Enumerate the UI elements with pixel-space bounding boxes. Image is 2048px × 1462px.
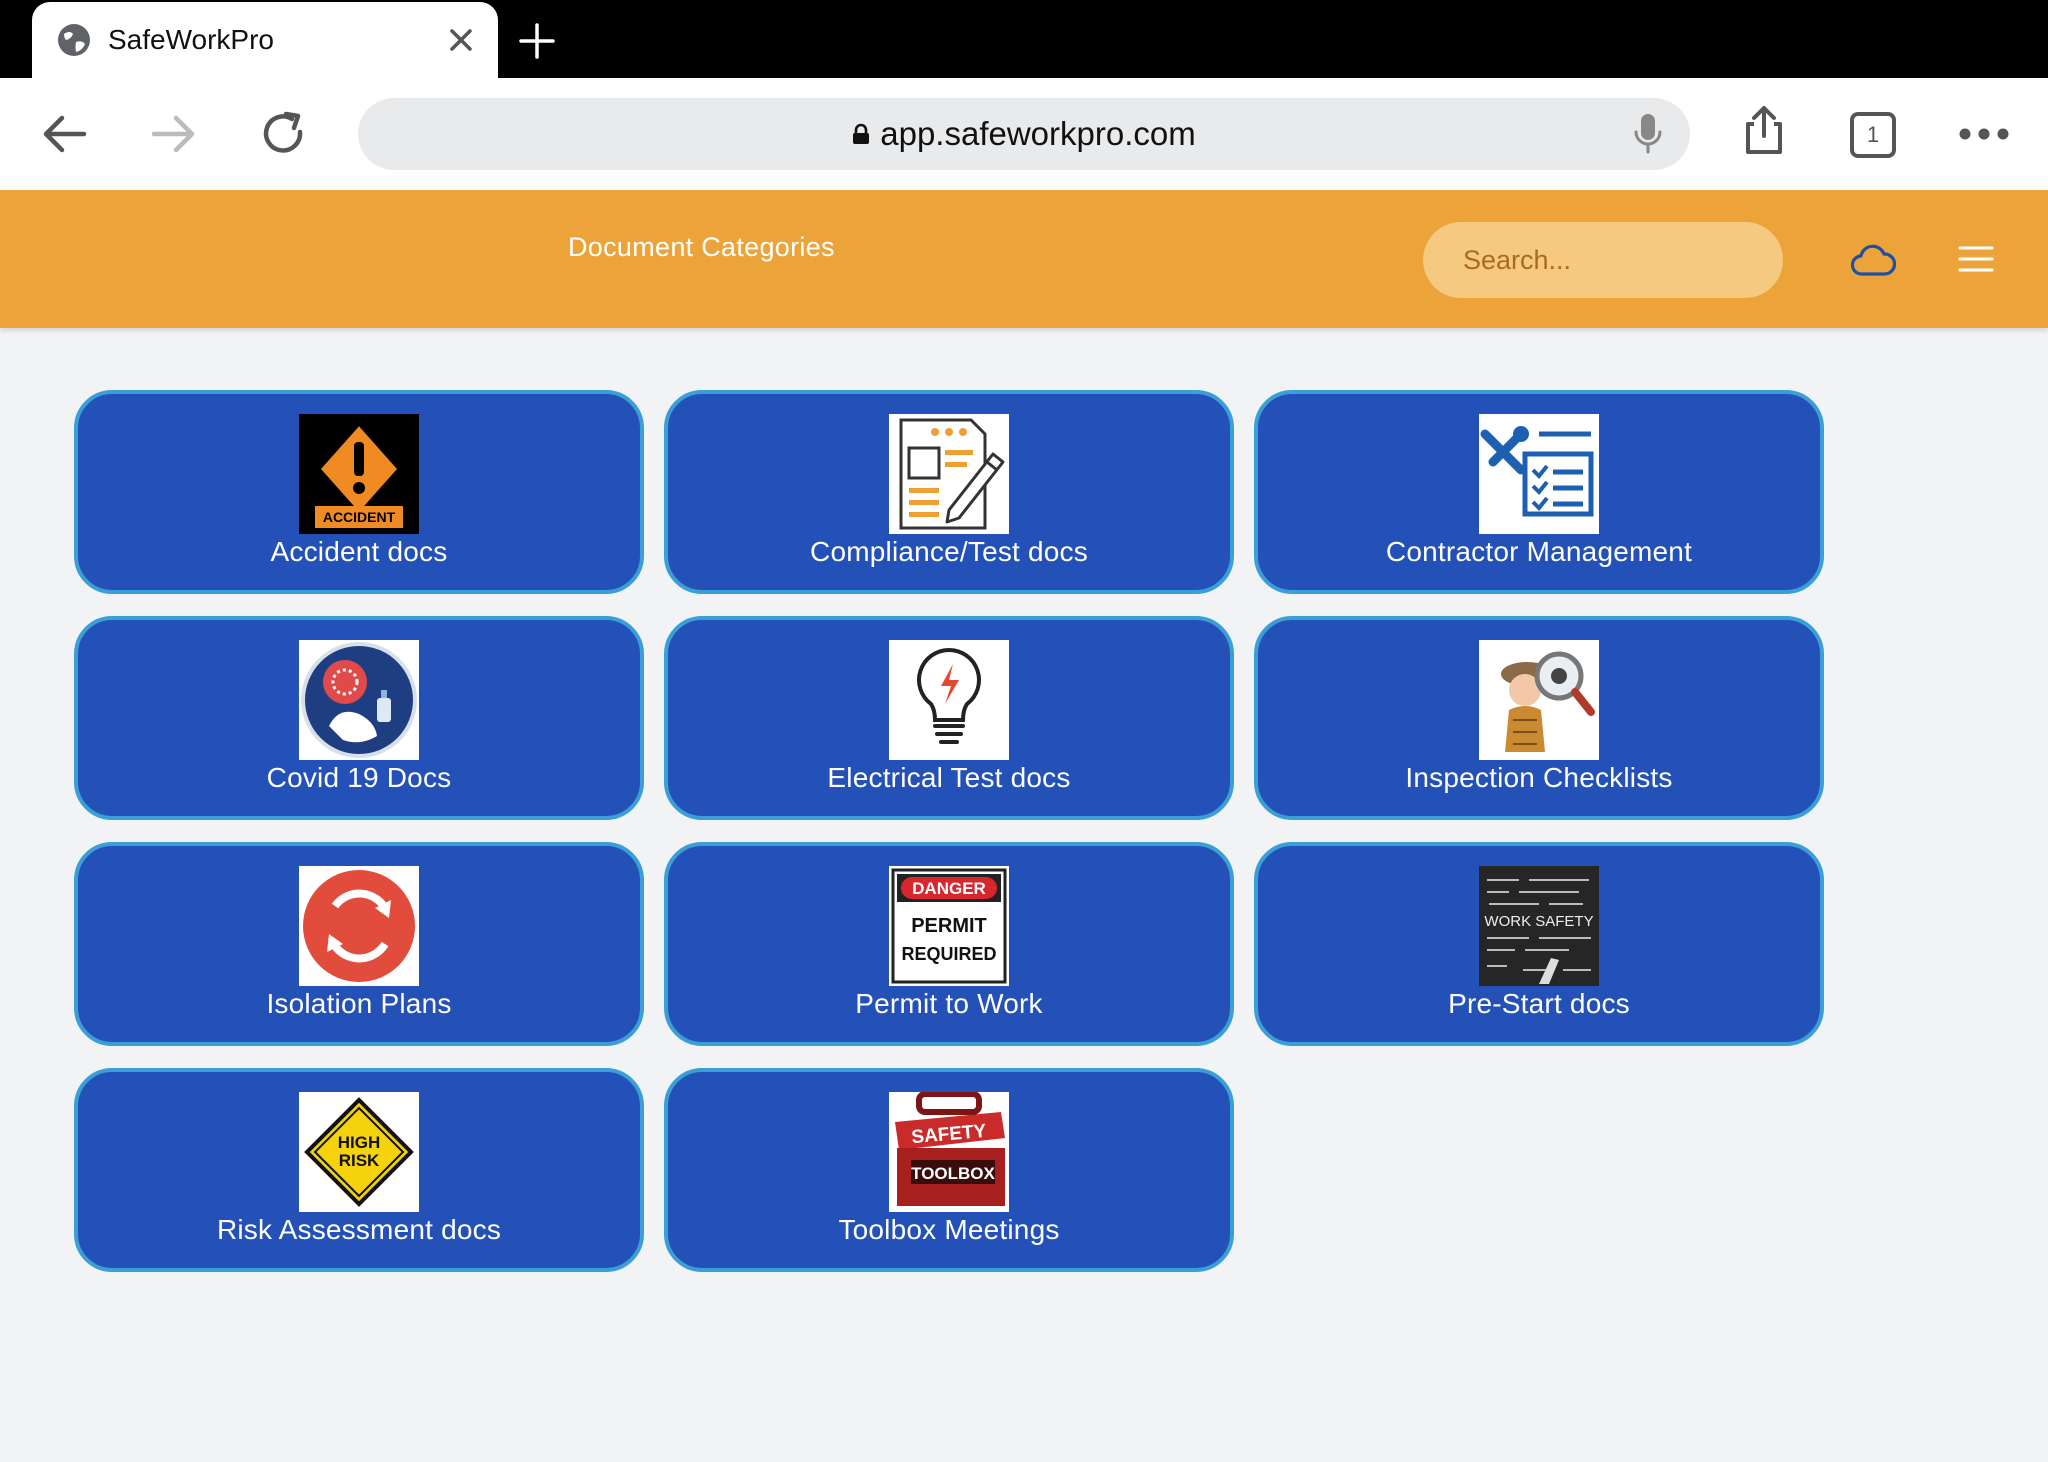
tools-checklist-icon (1479, 414, 1599, 534)
category-grid: ACCIDENT Accident docs Compliance/Test d… (74, 390, 1824, 1272)
category-card-prestart[interactable]: WORK SAFETY Pre-Start docs (1254, 842, 1824, 1046)
close-icon[interactable] (446, 25, 476, 55)
category-card-isolation[interactable]: Isolation Plans (74, 842, 644, 1046)
category-label: Electrical Test docs (827, 762, 1071, 793)
reload-icon[interactable] (258, 108, 310, 160)
tab-title: SafeWorkPro (108, 24, 274, 55)
category-card-covid[interactable]: Covid 19 Docs (74, 616, 644, 820)
category-card-inspection[interactable]: Inspection Checklists (1254, 616, 1824, 820)
inspector-magnifier-icon (1479, 640, 1599, 760)
hamburger-menu-icon[interactable] (1958, 244, 1994, 274)
address-bar[interactable]: app.safeworkpro.com (358, 98, 1690, 170)
browser-toolbar: app.safeworkpro.com 1 (0, 78, 2048, 190)
microphone-icon[interactable] (1632, 112, 1664, 156)
accident-thumb-text: ACCIDENT (323, 509, 396, 525)
risk-thumb-text: HIGH (338, 1133, 381, 1152)
page-title: Document Categories (568, 232, 835, 262)
more-options-icon[interactable] (1958, 108, 2010, 160)
document-edit-icon (889, 414, 1009, 534)
lightbulb-bolt-icon (889, 640, 1009, 760)
category-label: Permit to Work (855, 988, 1043, 1019)
toolbox-thumb-text-2: TOOLBOX (911, 1164, 995, 1183)
permit-thumb-text-2: PERMIT (911, 915, 987, 937)
browser-tab[interactable]: SafeWorkPro (32, 2, 498, 78)
category-card-accident[interactable]: ACCIDENT Accident docs (74, 390, 644, 594)
virus-handwash-icon (299, 640, 419, 760)
high-risk-sign-icon: HIGH RISK (299, 1092, 419, 1212)
category-label: Accident docs (270, 536, 448, 567)
tab-count-value: 1 (1866, 122, 1880, 147)
search-box[interactable] (1423, 222, 1817, 298)
forward-arrow-icon[interactable] (148, 108, 200, 160)
chalkboard-icon: WORK SAFETY (1479, 866, 1599, 986)
category-card-risk[interactable]: HIGH RISK Risk Assessment docs (74, 1068, 644, 1272)
accident-icon: ACCIDENT (299, 414, 419, 534)
browser-tab-strip: SafeWorkPro (0, 0, 2048, 78)
url-text: app.safeworkpro.com (880, 115, 1196, 152)
lock-icon (853, 123, 870, 144)
category-card-contractor[interactable]: Contractor Management (1254, 390, 1824, 594)
category-label: Isolation Plans (266, 988, 452, 1019)
category-label: Covid 19 Docs (266, 762, 452, 793)
category-label: Inspection Checklists (1405, 762, 1673, 793)
category-card-permit[interactable]: DANGER PERMIT REQUIRED Permit to Work (664, 842, 1234, 1046)
category-label: Contractor Management (1385, 536, 1693, 567)
share-icon[interactable] (1738, 104, 1790, 156)
category-label: Compliance/Test docs (810, 536, 1088, 567)
permit-thumb-text: DANGER (912, 879, 986, 898)
permit-thumb-text-3: REQUIRED (901, 944, 996, 964)
circular-arrows-icon (299, 866, 419, 986)
tab-count-button[interactable]: 1 (1850, 112, 1896, 158)
category-card-electrical[interactable]: Electrical Test docs (664, 616, 1234, 820)
category-card-toolbox[interactable]: SAFETY TOOLBOX Toolbox Meetings (664, 1068, 1234, 1272)
globe-icon (58, 24, 90, 56)
back-arrow-icon[interactable] (38, 108, 90, 160)
category-label: Risk Assessment docs (216, 1214, 502, 1245)
category-card-compliance[interactable]: Compliance/Test docs (664, 390, 1234, 594)
category-label: Pre-Start docs (1448, 988, 1630, 1019)
plus-icon[interactable] (518, 22, 556, 60)
search-input[interactable] (1463, 244, 1817, 276)
prestart-thumb-text: WORK SAFETY (1484, 913, 1593, 930)
risk-thumb-text-2: RISK (339, 1151, 380, 1170)
category-label: Toolbox Meetings (838, 1214, 1060, 1245)
cloud-icon[interactable] (1850, 242, 1896, 278)
danger-sign-icon: DANGER PERMIT REQUIRED (889, 866, 1009, 986)
safety-toolbox-icon: SAFETY TOOLBOX (889, 1092, 1009, 1212)
app-header: Document Categories (0, 190, 2048, 328)
